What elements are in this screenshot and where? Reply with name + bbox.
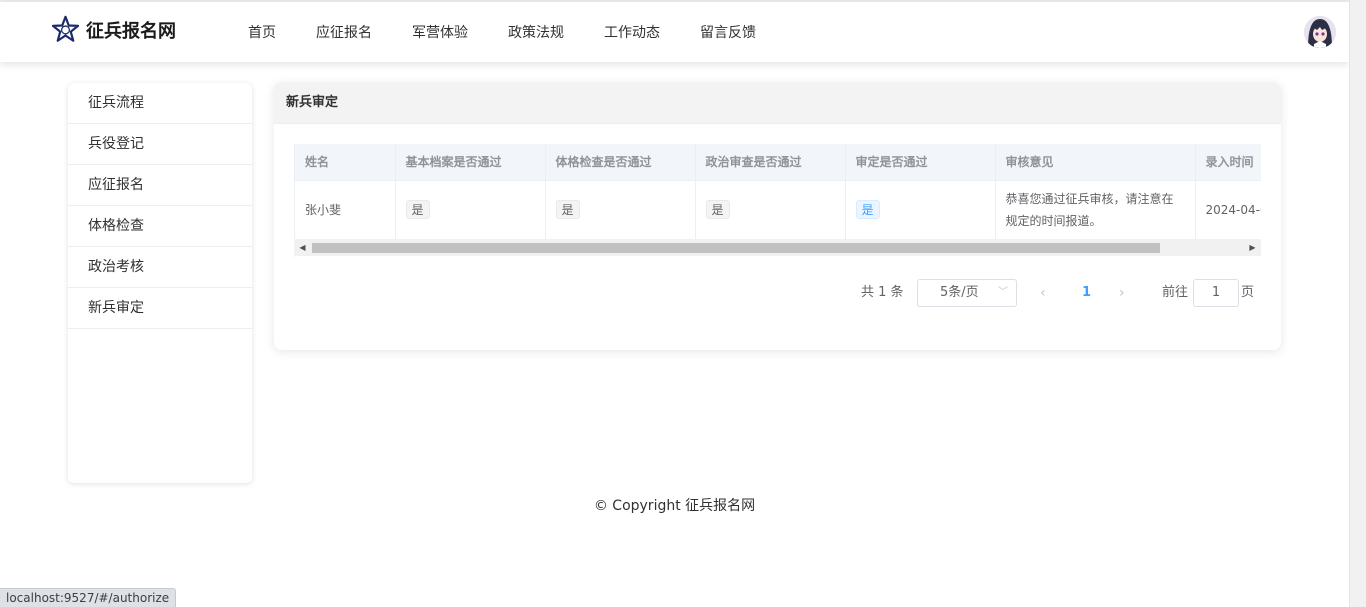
main-nav: 首页 应征报名 军营体验 政策法规 工作动态 留言反馈 [228, 2, 776, 62]
table-horizontal-scrollbar[interactable]: ◀ ▶ [294, 239, 1261, 256]
nav-enlist-apply[interactable]: 应征报名 [296, 22, 392, 42]
cell-opinion: 恭喜您通过征兵审核，请注意在规定的时间报道。 [995, 180, 1196, 240]
scroll-thumb[interactable] [312, 243, 1160, 253]
nav-feedback[interactable]: 留言反馈 [680, 22, 776, 42]
sidebar: 征兵流程 兵役登记 应征报名 体格检查 政治考核 新兵审定 [68, 83, 252, 483]
column-header-political: 政治审查是否通过 [695, 144, 846, 181]
scroll-left-icon[interactable]: ◀ [294, 239, 311, 256]
cell-political: 是 [695, 180, 846, 240]
footer-copyright: © Copyright 征兵报名网 [593, 498, 756, 514]
prev-page-icon[interactable]: ‹ [1040, 279, 1046, 307]
sidebar-item-military-registration[interactable]: 兵役登记 [68, 124, 252, 165]
browser-status-url: localhost:9527/#/authorize [0, 588, 177, 607]
column-header-approved: 审定是否通过 [845, 144, 996, 181]
cell-approved: 是 [845, 180, 996, 240]
column-header-time: 录入时间 [1195, 144, 1261, 181]
site-logo[interactable]: 征兵报名网 [51, 15, 176, 44]
sidebar-item-political-review[interactable]: 政治考核 [68, 247, 252, 288]
sidebar-item-enlist-process[interactable]: 征兵流程 [68, 83, 252, 124]
sidebar-item-recruit-approval[interactable]: 新兵审定 [68, 288, 252, 329]
cell-time: 2024-04-0 [1195, 180, 1261, 240]
pagination: 共 1 条 5条/页 ﹀ ‹ 1 › 前往 1 页 [274, 279, 1281, 307]
column-header-name: 姓名 [295, 144, 396, 181]
status-tag-primary: 是 [855, 200, 880, 219]
page-size-select[interactable]: 5条/页 ﹀ [917, 279, 1017, 307]
card-title: 新兵审定 [274, 82, 1281, 124]
status-tag: 是 [555, 200, 580, 219]
nav-home[interactable]: 首页 [228, 22, 296, 42]
status-tag: 是 [705, 200, 730, 219]
recruit-approval-card: 新兵审定 姓名 基本档案是否通过 体格检查是否通过 政治审查是否通过 审定是否通… [274, 82, 1281, 350]
status-tag: 是 [405, 200, 430, 219]
page-size-value: 5条/页 [940, 285, 979, 300]
sidebar-item-enlist-apply[interactable]: 应征报名 [68, 165, 252, 206]
cell-basic: 是 [395, 180, 546, 240]
page-vertical-scrollbar[interactable] [1349, 0, 1366, 607]
pagination-total: 共 1 条 [861, 285, 904, 300]
page: 征兵报名网 首页 应征报名 军营体验 政策法规 工作动态 留言反馈 征兵流程 兵… [0, 0, 1349, 607]
avatar[interactable] [1304, 16, 1336, 48]
sidebar-item-physical-exam[interactable]: 体格检查 [68, 206, 252, 247]
page-suffix-label: 页 [1241, 285, 1255, 300]
next-page-icon[interactable]: › [1119, 279, 1125, 307]
column-header-opinion: 审核意见 [995, 144, 1196, 181]
cell-name: 张小斐 [295, 180, 396, 240]
nav-barracks-experience[interactable]: 军营体验 [392, 22, 488, 42]
column-header-basic: 基本档案是否通过 [395, 144, 546, 181]
cell-physical: 是 [545, 180, 696, 240]
site-name: 征兵报名网 [86, 20, 176, 42]
nav-policies[interactable]: 政策法规 [488, 22, 584, 42]
scroll-right-icon[interactable]: ▶ [1244, 239, 1261, 256]
page-number-current[interactable]: 1 [1082, 279, 1091, 307]
site-header: 征兵报名网 首页 应征报名 军营体验 政策法规 工作动态 留言反馈 [0, 2, 1349, 62]
column-header-physical: 体格检查是否通过 [545, 144, 696, 181]
star-logo-icon [51, 15, 80, 42]
user-avatar-icon [1304, 16, 1336, 48]
chevron-down-icon: ﹀ [998, 287, 1008, 298]
nav-work-news[interactable]: 工作动态 [584, 22, 680, 42]
goto-page-input[interactable]: 1 [1193, 279, 1239, 307]
goto-label: 前往 [1162, 285, 1189, 300]
table-header-row: 姓名 基本档案是否通过 体格检查是否通过 政治审查是否通过 审定是否通过 审核意… [295, 144, 1261, 181]
table-row: 张小斐 是 是 是 是 恭喜您通过征兵审核，请注意在规定的时间报道。 2024-… [295, 180, 1261, 240]
